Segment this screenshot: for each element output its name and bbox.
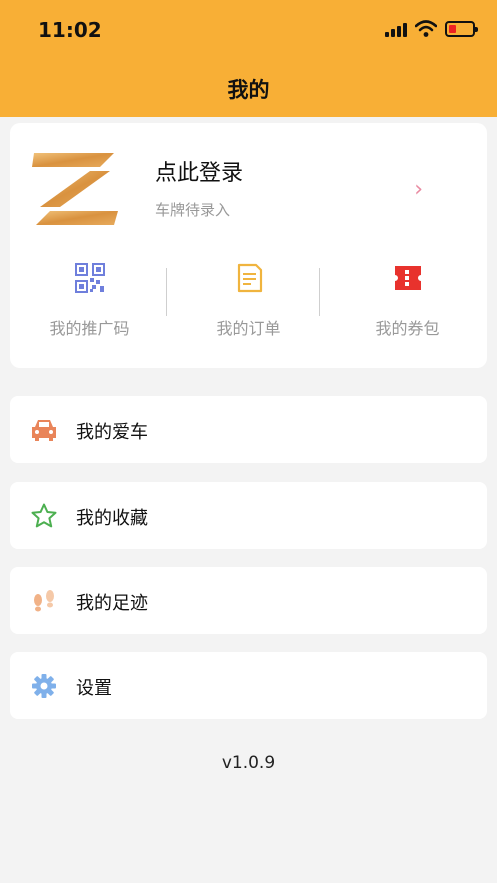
status-time: 11:02 xyxy=(38,18,102,42)
chevron-right-icon[interactable]: › xyxy=(414,179,423,201)
qr-code-icon xyxy=(74,263,105,293)
star-icon xyxy=(31,503,57,528)
page-title: 我的 xyxy=(227,78,270,102)
wifi-icon xyxy=(415,20,437,37)
order-document-icon xyxy=(237,263,262,293)
favorites-label: 我的收藏 xyxy=(76,508,148,529)
divider xyxy=(319,268,320,316)
coupons-label: 我的券包 xyxy=(375,319,440,338)
quick-promo-code[interactable]: 我的推广码 xyxy=(10,263,169,339)
battery-icon xyxy=(445,21,478,37)
car-icon xyxy=(32,420,56,441)
plate-status: 车牌待录入 xyxy=(155,201,231,219)
footprints-icon xyxy=(34,590,54,612)
avatar-logo[interactable] xyxy=(30,151,120,227)
gear-icon xyxy=(32,674,56,698)
footprints-label: 我的足迹 xyxy=(76,593,148,614)
menu-item-footprints[interactable]: 我的足迹 xyxy=(10,567,487,634)
quick-coupons[interactable]: 我的券包 xyxy=(328,263,487,339)
orders-label: 我的订单 xyxy=(216,319,281,338)
login-link[interactable]: 点此登录 xyxy=(155,155,243,187)
settings-label: 设置 xyxy=(76,678,112,699)
my-car-label: 我的爱车 xyxy=(76,422,148,443)
divider xyxy=(166,268,167,316)
profile-card: 点此登录 车牌待录入 › 我的推广码 我的订单 我的券包 xyxy=(10,123,487,368)
header-bar: 11:02 我的 xyxy=(0,0,497,117)
status-icons xyxy=(385,20,478,38)
ticket-icon xyxy=(394,266,421,290)
menu-item-my-car[interactable]: 我的爱车 xyxy=(10,396,487,463)
promo-code-label: 我的推广码 xyxy=(49,319,130,338)
app-version: v1.0.9 xyxy=(221,753,276,773)
signal-icon xyxy=(385,21,407,37)
quick-orders[interactable]: 我的订单 xyxy=(169,263,328,339)
menu-item-favorites[interactable]: 我的收藏 xyxy=(10,482,487,549)
menu-item-settings[interactable]: 设置 xyxy=(10,652,487,719)
